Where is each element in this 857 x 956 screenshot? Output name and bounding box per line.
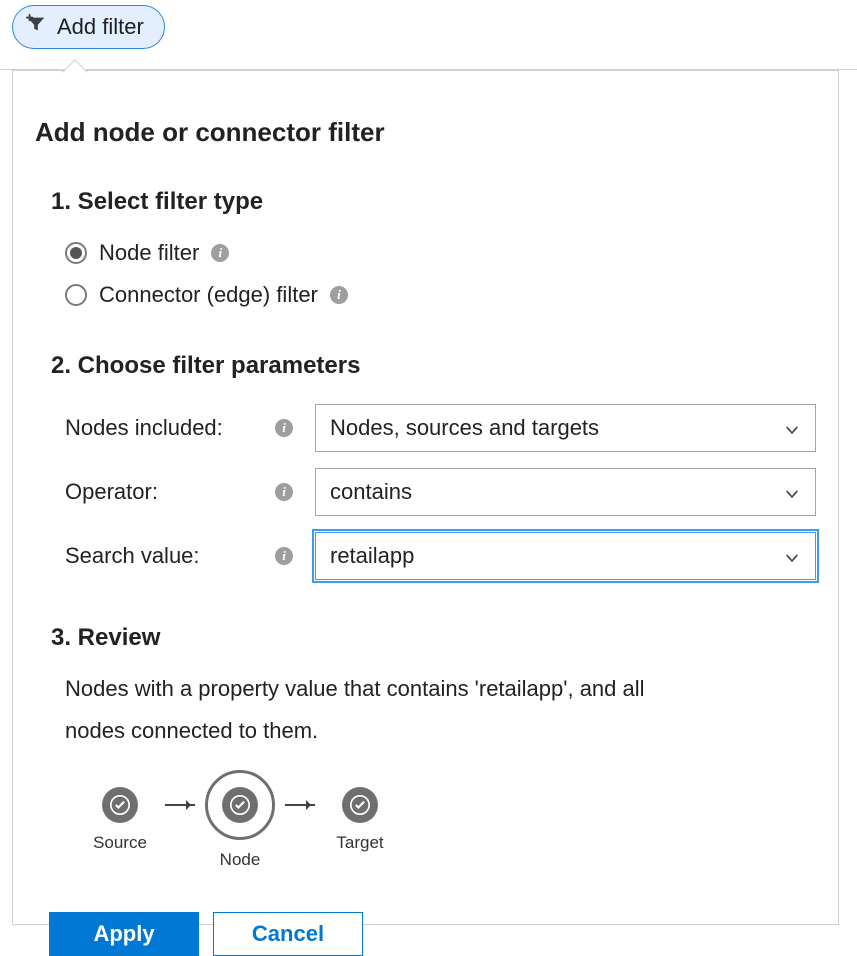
chevron-down-icon <box>783 547 801 565</box>
radio-row-connector[interactable]: Connector (edge) filter i <box>35 274 816 316</box>
diagram-node-label: Node <box>220 850 261 870</box>
param-row-operator: Operator: i contains <box>35 460 816 524</box>
info-icon[interactable]: i <box>330 286 348 304</box>
section-select-type: 1. Select filter type Node filter i Conn… <box>35 188 816 316</box>
operator-label: Operator: <box>65 479 265 505</box>
radio-row-node[interactable]: Node filter i <box>35 232 816 274</box>
section-review: 3. Review Nodes with a property value th… <box>35 624 816 870</box>
filter-add-icon <box>25 13 47 41</box>
top-bar: Add filter <box>0 0 857 70</box>
check-icon <box>222 787 258 823</box>
diagram-node: Node <box>193 770 287 870</box>
button-row: Apply Cancel <box>35 912 816 956</box>
info-icon[interactable]: i <box>275 483 293 501</box>
operator-value: contains <box>330 479 412 505</box>
diagram-target-label: Target <box>336 833 383 853</box>
nodes-included-select[interactable]: Nodes, sources and targets <box>315 404 816 452</box>
arrow-icon <box>285 804 315 806</box>
ring-icon <box>205 770 275 840</box>
info-icon[interactable]: i <box>275 547 293 565</box>
radio-connector-filter[interactable] <box>65 284 87 306</box>
radio-node-label: Node filter <box>99 240 199 266</box>
param-row-nodes-included: Nodes included: i Nodes, sources and tar… <box>35 396 816 460</box>
cancel-button[interactable]: Cancel <box>213 912 363 956</box>
chevron-down-icon <box>783 483 801 501</box>
nodes-included-label: Nodes included: <box>65 415 265 441</box>
review-diagram: Source Node Target <box>35 752 816 870</box>
info-icon[interactable]: i <box>275 419 293 437</box>
operator-select[interactable]: contains <box>315 468 816 516</box>
diagram-source: Source <box>73 787 167 853</box>
search-value-label: Search value: <box>65 543 265 569</box>
check-icon <box>342 787 378 823</box>
add-filter-button[interactable]: Add filter <box>12 5 165 49</box>
info-icon[interactable]: i <box>211 244 229 262</box>
check-icon <box>102 787 138 823</box>
panel-title: Add node or connector filter <box>35 117 816 148</box>
search-value-value: retailapp <box>330 543 414 569</box>
radio-connector-label: Connector (edge) filter <box>99 282 318 308</box>
diagram-source-label: Source <box>93 833 147 853</box>
apply-button[interactable]: Apply <box>49 912 199 956</box>
section-parameters: 2. Choose filter parameters Nodes includ… <box>35 352 816 588</box>
nodes-included-value: Nodes, sources and targets <box>330 415 599 441</box>
section1-heading: 1. Select filter type <box>35 188 816 216</box>
filter-panel: Add node or connector filter 1. Select f… <box>12 70 839 925</box>
radio-node-filter[interactable] <box>65 242 87 264</box>
arrow-icon <box>165 804 195 806</box>
review-text: Nodes with a property value that contain… <box>35 668 675 752</box>
section3-heading: 3. Review <box>35 624 816 652</box>
chevron-down-icon <box>783 419 801 437</box>
section2-heading: 2. Choose filter parameters <box>35 352 816 380</box>
search-value-select[interactable]: retailapp <box>315 532 816 580</box>
add-filter-label: Add filter <box>57 14 144 40</box>
param-row-search-value: Search value: i retailapp <box>35 524 816 588</box>
diagram-target: Target <box>313 787 407 853</box>
